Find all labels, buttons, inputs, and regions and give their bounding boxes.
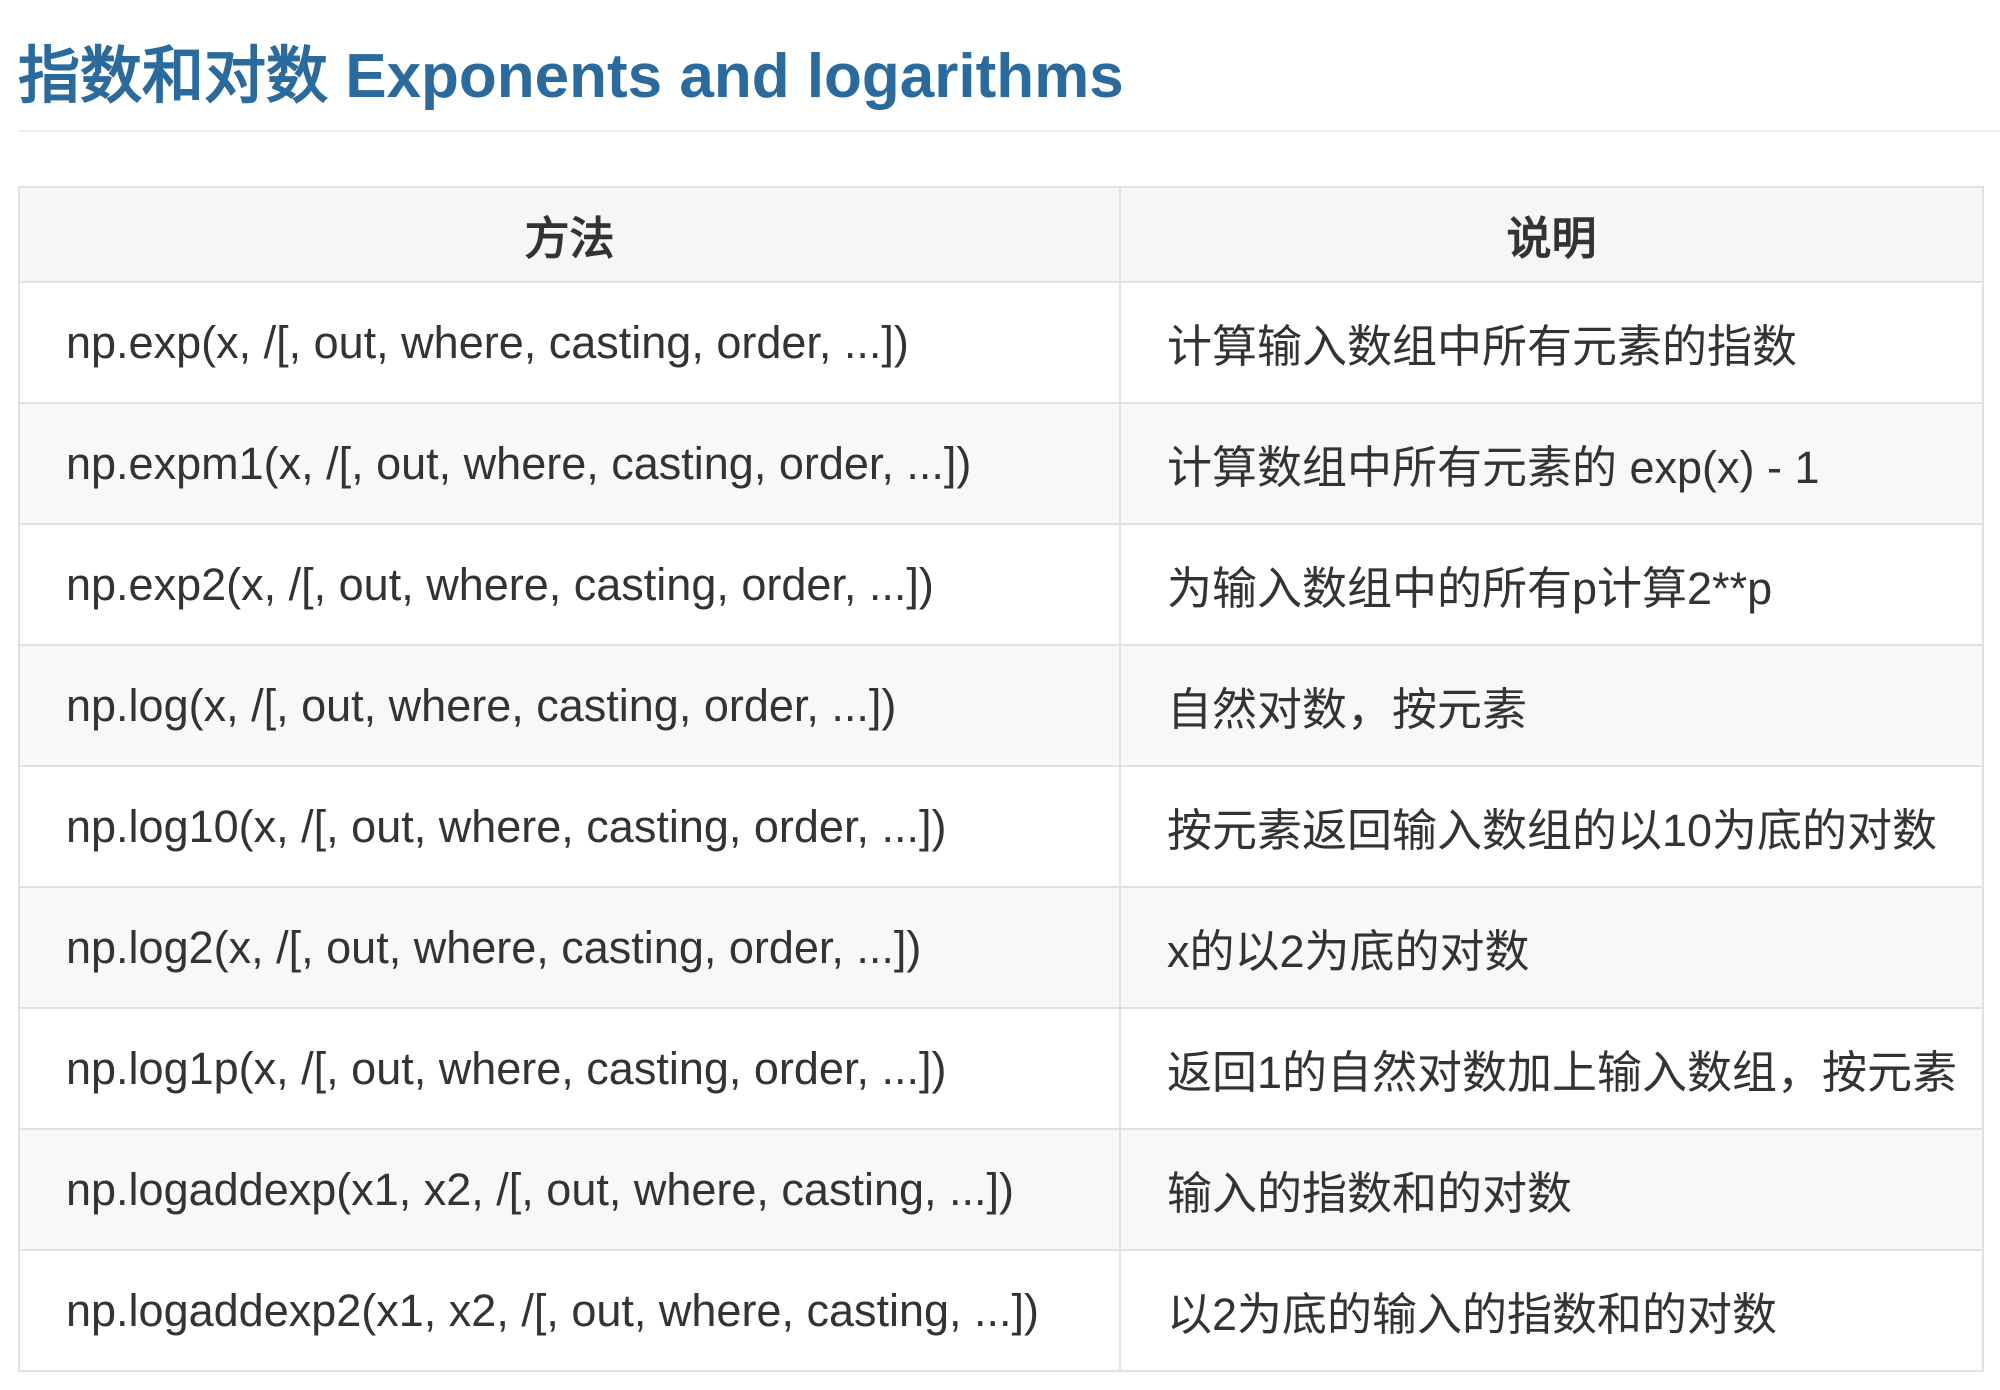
table-row: np.log2(x, /[, out, where, casting, orde… bbox=[18, 886, 1984, 1009]
table-row: np.log1p(x, /[, out, where, casting, ord… bbox=[18, 1007, 1984, 1130]
description-cell: 自然对数，按元素 bbox=[1119, 644, 1984, 767]
table-row: np.exp2(x, /[, out, where, casting, orde… bbox=[18, 523, 1984, 646]
table-row: np.log10(x, /[, out, where, casting, ord… bbox=[18, 765, 1984, 888]
method-cell: np.expm1(x, /[, out, where, casting, ord… bbox=[18, 402, 1121, 525]
title-divider bbox=[18, 130, 2000, 132]
table-row: np.logaddexp2(x1, x2, /[, out, where, ca… bbox=[18, 1249, 1984, 1372]
table-header-row: 方法 说明 bbox=[18, 186, 1984, 283]
table-row: np.log(x, /[, out, where, casting, order… bbox=[18, 644, 1984, 767]
description-cell: 按元素返回输入数组的以10为底的对数 bbox=[1119, 765, 1984, 888]
description-cell: 输入的指数和的对数 bbox=[1119, 1128, 1984, 1251]
method-cell: np.log2(x, /[, out, where, casting, orde… bbox=[18, 886, 1121, 1009]
method-cell: np.logaddexp2(x1, x2, /[, out, where, ca… bbox=[18, 1249, 1121, 1372]
description-cell: 为输入数组中的所有p计算2**p bbox=[1119, 523, 1984, 646]
header-cell-method: 方法 bbox=[18, 186, 1121, 283]
method-cell: np.log10(x, /[, out, where, casting, ord… bbox=[18, 765, 1121, 888]
method-cell: np.logaddexp(x1, x2, /[, out, where, cas… bbox=[18, 1128, 1121, 1251]
description-cell: x的以2为底的对数 bbox=[1119, 886, 1984, 1009]
description-cell: 返回1的自然对数加上输入数组，按元素 bbox=[1119, 1007, 1984, 1130]
table-row: np.logaddexp(x1, x2, /[, out, where, cas… bbox=[18, 1128, 1984, 1251]
table-row: np.exp(x, /[, out, where, casting, order… bbox=[18, 281, 1984, 404]
description-cell: 计算数组中所有元素的 exp(x) - 1 bbox=[1119, 402, 1984, 525]
table-row: np.expm1(x, /[, out, where, casting, ord… bbox=[18, 402, 1984, 525]
method-cell: np.log(x, /[, out, where, casting, order… bbox=[18, 644, 1121, 767]
header-cell-description: 说明 bbox=[1119, 186, 1984, 283]
description-cell: 计算输入数组中所有元素的指数 bbox=[1119, 281, 1984, 404]
method-cell: np.exp(x, /[, out, where, casting, order… bbox=[18, 281, 1121, 404]
methods-table: 方法 说明 np.exp(x, /[, out, where, casting,… bbox=[18, 186, 1984, 1372]
method-cell: np.exp2(x, /[, out, where, casting, orde… bbox=[18, 523, 1121, 646]
description-cell: 以2为底的输入的指数和的对数 bbox=[1119, 1249, 1984, 1372]
page-title: 指数和对数 Exponents and logarithms bbox=[18, 42, 1124, 111]
method-cell: np.log1p(x, /[, out, where, casting, ord… bbox=[18, 1007, 1121, 1130]
